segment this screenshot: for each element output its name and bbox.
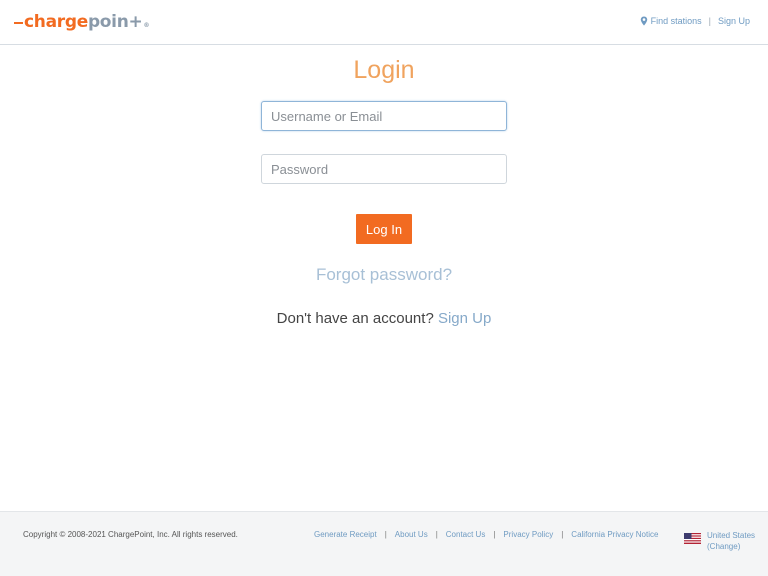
header-sign-up-link[interactable]: Sign Up [718, 16, 750, 26]
password-input[interactable] [261, 154, 507, 184]
forgot-password-link[interactable]: Forgot password? [0, 265, 768, 285]
footer-separator: | [435, 530, 438, 539]
region-selector[interactable]: United States (Change) [684, 530, 755, 552]
header-nav: Find stations | Sign Up [640, 16, 750, 26]
logo-registered: ® [143, 21, 150, 29]
find-stations-link[interactable]: Find stations [640, 16, 702, 26]
no-account-text: Don't have an account? [276, 310, 434, 327]
logo-plus: + [128, 12, 143, 32]
footer-separator: | [561, 530, 564, 539]
login-button[interactable]: Log In [356, 214, 412, 244]
footer-links: Generate Receipt | About Us | Contact Us… [314, 530, 658, 539]
signup-prompt: Don't have an account? Sign Up [0, 310, 768, 327]
logo-text-point: poin [87, 12, 129, 32]
region-text: United States (Change) [707, 530, 755, 552]
header: charge poin + ® Find stations | Sign Up [0, 0, 768, 45]
about-us-link[interactable]: About Us [395, 530, 428, 539]
generate-receipt-link[interactable]: Generate Receipt [314, 530, 377, 539]
logo-dash [14, 22, 23, 24]
us-flag-icon [684, 533, 701, 544]
chargepoint-logo[interactable]: charge poin + ® [14, 11, 149, 33]
privacy-policy-link[interactable]: Privacy Policy [503, 530, 553, 539]
username-input[interactable] [261, 101, 507, 131]
california-privacy-link[interactable]: California Privacy Notice [571, 530, 658, 539]
find-stations-label: Find stations [650, 16, 702, 26]
sign-up-link[interactable]: Sign Up [438, 310, 491, 327]
copyright-text: Copyright © 2008-2021 ChargePoint, Inc. … [23, 530, 238, 539]
map-pin-icon [640, 16, 647, 26]
page-title: Login [353, 56, 415, 84]
logo-text-charge: charge [24, 12, 88, 32]
nav-separator: | [708, 16, 711, 26]
footer: Copyright © 2008-2021 ChargePoint, Inc. … [0, 511, 768, 576]
footer-separator: | [493, 530, 496, 539]
footer-separator: | [384, 530, 387, 539]
region-country[interactable]: United States [707, 530, 755, 541]
region-change-link[interactable]: (Change) [707, 541, 755, 552]
contact-us-link[interactable]: Contact Us [446, 530, 486, 539]
